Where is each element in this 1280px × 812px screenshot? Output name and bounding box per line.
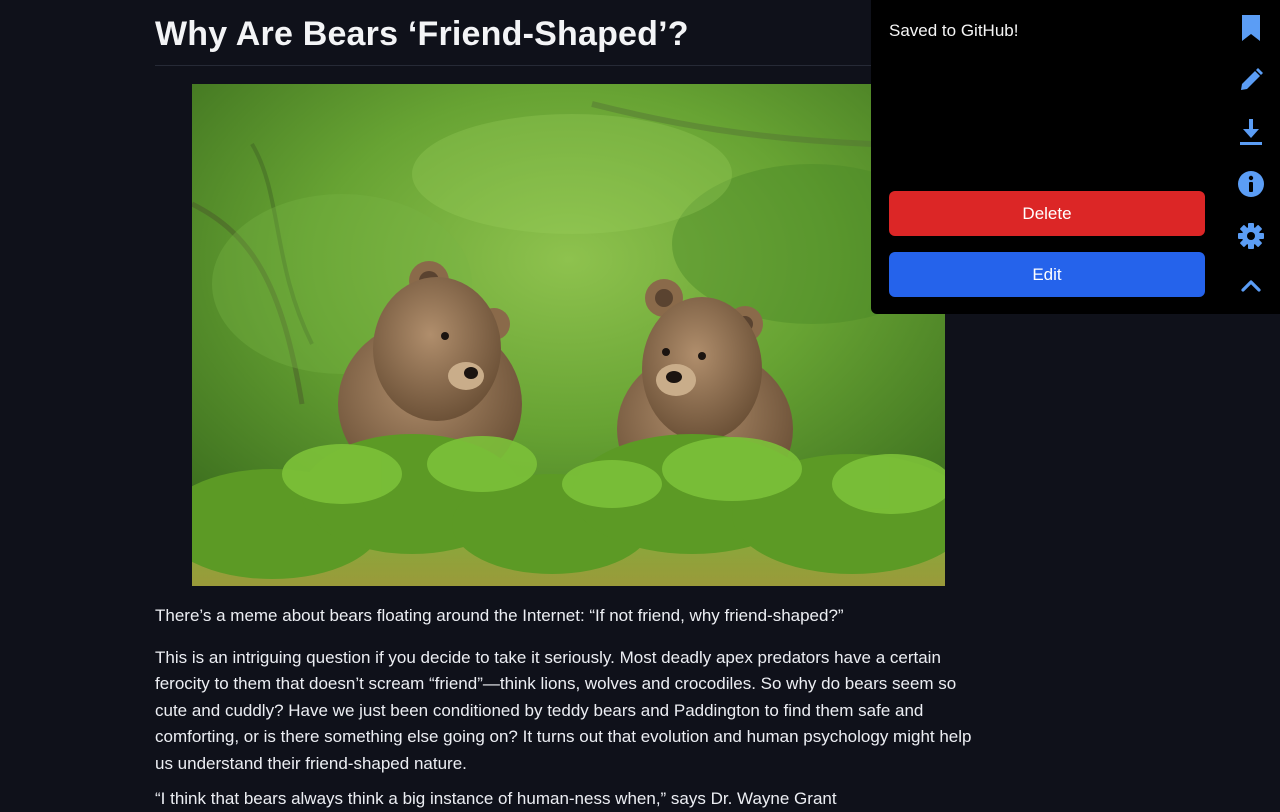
pencil-icon[interactable] [1233,62,1269,98]
bear-cubs-illustration [192,84,945,586]
article-paragraph: There’s a meme about bears floating arou… [155,606,844,625]
article-paragraph: This is an intriguing question if you de… [155,648,972,773]
article: Why Are Bears ‘Friend-Shaped’? There’s a… [155,0,985,808]
bookmark-icon[interactable] [1233,10,1269,46]
page-title: Why Are Bears ‘Friend-Shaped’? [155,15,689,53]
saved-toast: Saved to GitHub! [889,21,1019,40]
title-divider [155,65,985,66]
extension-popup: Saved to GitHub! Delete Edit [871,0,1280,314]
info-icon[interactable] [1233,166,1269,202]
chevron-up-icon[interactable] [1233,268,1269,304]
delete-button[interactable]: Delete [889,191,1205,236]
download-icon[interactable] [1233,114,1269,150]
gear-icon[interactable] [1233,218,1269,254]
edit-button[interactable]: Edit [889,252,1205,297]
article-paragraph: “I think that bears always think a big i… [155,789,837,808]
hero-image [192,84,945,586]
